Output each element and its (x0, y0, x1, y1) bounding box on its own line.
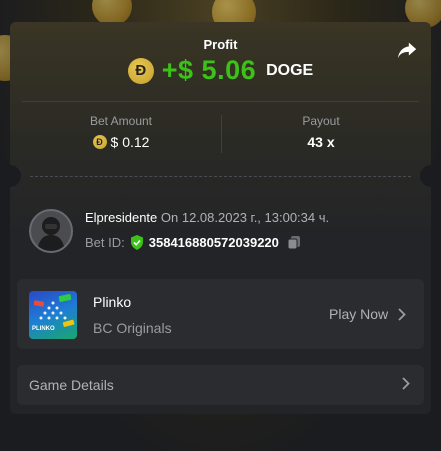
plinko-thumb-label: PLINKO (32, 326, 55, 332)
bet-id-label: Bet ID: (85, 235, 125, 250)
avatar[interactable] (29, 209, 73, 253)
bet-date: On 12.08.2023 г., 13:00:34 ч. (160, 210, 330, 225)
avatar-figure-icon (37, 217, 65, 251)
doge-coin-icon: Đ (127, 57, 154, 84)
payout-stat: Payout 43 x (221, 114, 421, 150)
chevron-right-icon (402, 377, 410, 390)
game-details-label: Game Details (29, 377, 114, 393)
username[interactable]: Elpresidente (85, 210, 157, 225)
divider (22, 101, 419, 102)
payout-label: Payout (302, 114, 340, 128)
bet-amount-stat: Bet Amount Đ $ 0.12 (21, 114, 221, 150)
payout-value: 43 x (307, 134, 335, 150)
bet-id-value: 358416880572039220 (148, 235, 279, 250)
plinko-thumbnail[interactable]: PLINKO (29, 291, 77, 339)
bet-id-line: Bet ID: 358416880572039220 (85, 235, 302, 250)
ticket-notch-right (420, 165, 441, 187)
game-name: Plinko (93, 294, 132, 310)
game-provider: BC Originals (93, 320, 172, 336)
bet-amount-value: $ 0.12 (110, 134, 150, 150)
bet-amount-value-row: Đ $ 0.12 (21, 134, 221, 150)
game-details-button[interactable]: Game Details (17, 365, 424, 405)
bet-amount-label: Bet Amount (89, 114, 153, 128)
shield-check-icon (130, 235, 143, 250)
dashed-separator (30, 176, 411, 177)
profit-row: Đ +$ 5.06 DOGE (0, 55, 441, 86)
user-line: Elpresidente On 12.08.2023 г., 13:00:34 … (85, 210, 329, 225)
play-now-button[interactable]: Play Now (329, 306, 406, 322)
doge-coin-icon: Đ (92, 135, 107, 149)
profit-title: Profit (203, 37, 238, 52)
share-icon[interactable] (396, 40, 418, 60)
copy-icon[interactable] (287, 235, 302, 250)
ticket-notch-left (0, 165, 21, 187)
play-now-label: Play Now (329, 306, 389, 322)
profit-currency: DOGE (266, 61, 314, 79)
profit-amount: +$ 5.06 (161, 55, 257, 85)
chevron-right-icon (398, 307, 406, 321)
